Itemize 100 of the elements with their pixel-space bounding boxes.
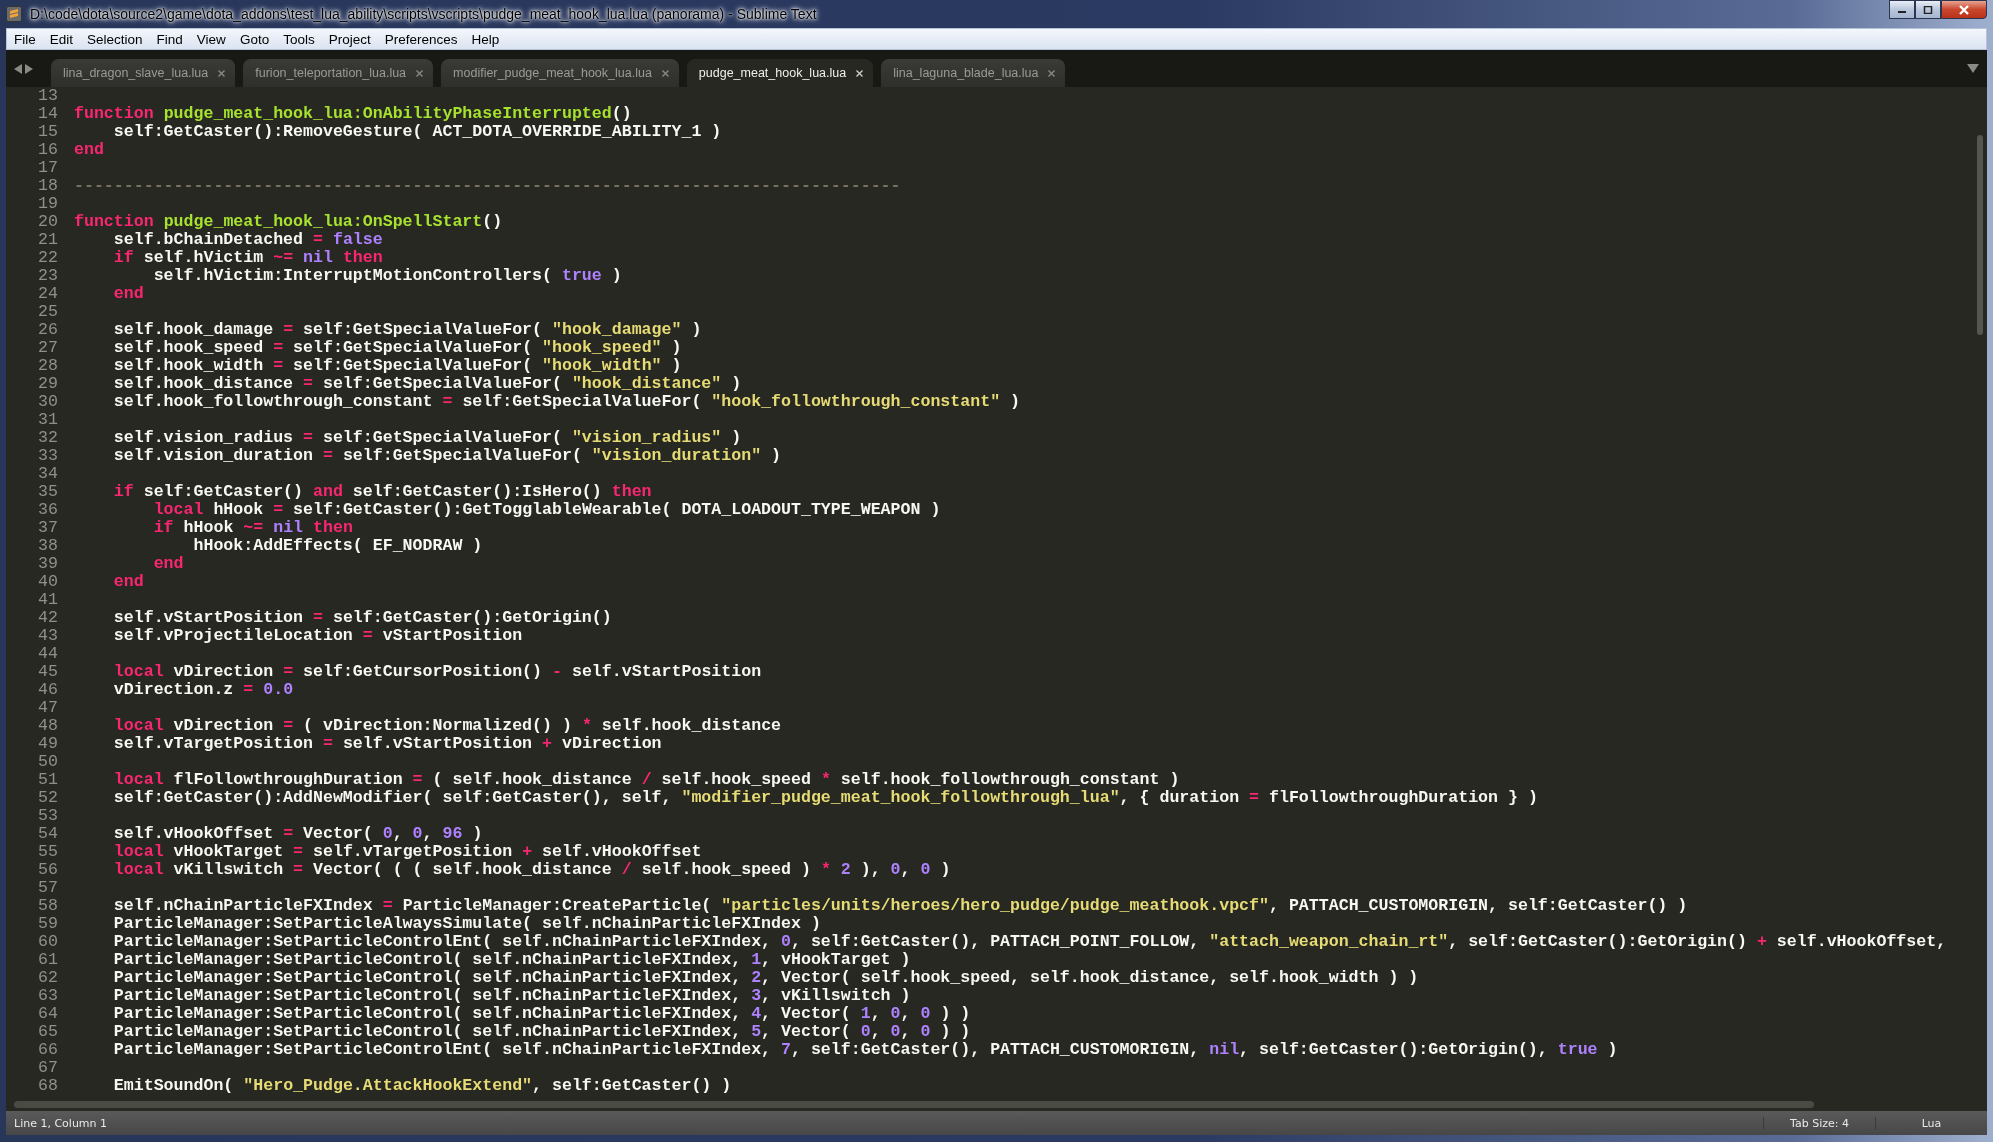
- line-number: 18: [38, 177, 58, 195]
- code-line: local flFollowthroughDuration = ( self.hook_distance / self.hook_speed * self.hook_followthrough_constant ): [112, 771, 1180, 789]
- code-line: self.hVictim:InterruptMotionControllers( true ): [152, 267, 622, 285]
- line-number: 67: [38, 1059, 58, 1077]
- code-line: end: [112, 573, 144, 591]
- menu-item[interactable]: Selection: [80, 29, 150, 49]
- line-number: 54: [38, 825, 58, 843]
- code-line: if self.hVictim ~= nil then: [112, 249, 383, 267]
- line-number: 45: [38, 663, 58, 681]
- menu-item[interactable]: Find: [149, 29, 190, 49]
- code-line: local hHook = self:GetCaster():GetTogglableWearable( DOTA_LOADOUT_TYPE_WEAPON ): [152, 501, 941, 519]
- code-line: self:GetCaster():AddNewModifier( self:GetCaster(), self, "modifier_pudge_meat_hook_followthrough_lua", { duration = flFollowthroughDuration } ): [112, 789, 1538, 807]
- tab-size[interactable]: Tab Size: 4: [1763, 1116, 1875, 1130]
- line-number: 23: [38, 267, 58, 285]
- line-number: 41: [38, 591, 58, 609]
- code-line: self.hook_distance = self:GetSpecialValueFor( "hook_distance" ): [112, 375, 742, 393]
- line-number: 44: [38, 645, 58, 663]
- line-number: 40: [38, 573, 58, 591]
- code-line: self.nChainParticleFXIndex = ParticleManager:CreateParticle( "particles/units/heroes/hero_pudge/pudge_meathook.vpcf", PATTACH_CUSTOMORIGIN, self:GetCaster() ): [112, 897, 1688, 915]
- code-line: if hHook ~= nil then: [152, 519, 353, 537]
- menu-item[interactable]: View: [189, 29, 233, 49]
- code-line: self.vision_radius = self:GetSpecialValueFor( "vision_radius" ): [112, 429, 742, 447]
- code-line: function pudge_meat_hook_lua:OnAbilityPhaseInterrupted(): [74, 105, 632, 123]
- line-number: 28: [38, 357, 58, 375]
- line-number: 33: [38, 447, 58, 465]
- code-line: local vHookTarget = self.vTargetPosition + self.vHookOffset: [112, 843, 702, 861]
- line-number: 24: [38, 285, 58, 303]
- menu-item[interactable]: File: [7, 29, 43, 49]
- menu-item[interactable]: Tools: [276, 29, 322, 49]
- line-number: 48: [38, 717, 58, 735]
- line-number: 22: [38, 249, 58, 267]
- line-number: 30: [38, 393, 58, 411]
- line-number: 57: [38, 879, 58, 897]
- maximize-button[interactable]: [1915, 0, 1941, 19]
- left-arrow-icon[interactable]: [14, 63, 22, 74]
- line-number: 14: [38, 105, 58, 123]
- code-line: self.hook_followthrough_constant = self:GetSpecialValueFor( "hook_followthrough_constant" ): [112, 393, 1021, 411]
- line-number: 52: [38, 789, 58, 807]
- code-line: end: [74, 141, 104, 159]
- code-line: local vKillswitch = Vector( ( ( self.hook_distance / self.hook_speed ) * 2 ), 0, 0 ): [112, 861, 951, 879]
- line-number: 17: [38, 159, 58, 177]
- code-line: self.vHookOffset = Vector( 0, 0, 96 ): [112, 825, 483, 843]
- line-number: 38: [38, 537, 58, 555]
- line-number: 27: [38, 339, 58, 357]
- code-line: if self:GetCaster() and self:GetCaster():IsHero() then: [112, 483, 652, 501]
- line-number: 50: [38, 753, 58, 771]
- close-icon[interactable]: [856, 69, 864, 77]
- line-number: 51: [38, 771, 58, 789]
- file-tab[interactable]: furion_teleportation_lua.lua: [243, 59, 434, 87]
- scrollbar-thumb[interactable]: [14, 1101, 1814, 1108]
- code-line: vDirection.z = 0.0: [112, 681, 294, 699]
- line-number: 66: [38, 1041, 58, 1059]
- dropdown-arrow-icon[interactable]: [1967, 64, 1979, 73]
- code-line: self.vProjectileLocation = vStartPosition: [112, 627, 523, 645]
- minimize-button[interactable]: [1889, 0, 1915, 19]
- code-line: self.vStartPosition = self:GetCaster():GetOrigin(): [112, 609, 612, 627]
- code-line: self.hook_damage = self:GetSpecialValueFor( "hook_damage" ): [112, 321, 702, 339]
- code-line: self.vTargetPosition = self.vStartPosition + vDirection: [112, 735, 662, 753]
- line-number: 13: [38, 87, 58, 105]
- maximize-icon: [1923, 5, 1933, 14]
- code-line: EmitSoundOn( "Hero_Pudge.AttackHookExtend", self:GetCaster() ): [112, 1077, 732, 1095]
- line-number: 46: [38, 681, 58, 699]
- file-tab[interactable]: lina_laguna_blade_lua.lua: [881, 59, 1066, 87]
- menu-item[interactable]: Project: [321, 29, 378, 49]
- menu-item[interactable]: Goto: [232, 29, 277, 49]
- app-icon: [6, 6, 22, 22]
- code-line: self.bChainDetached = false: [112, 231, 383, 249]
- code-line: self.hook_speed = self:GetSpecialValueFor( "hook_speed" ): [112, 339, 682, 357]
- code-line: self:GetCaster():RemoveGesture( ACT_DOTA_OVERRIDE_ABILITY_1 ): [112, 123, 722, 141]
- file-tab[interactable]: modifier_pudge_meat_hook_lua.lua: [441, 59, 679, 87]
- line-number: 16: [38, 141, 58, 159]
- code-line: self.vision_duration = self:GetSpecialValueFor( "vision_duration" ): [112, 447, 782, 465]
- code-line: hHook:AddEffects( EF_NODRAW ): [192, 537, 483, 555]
- line-number: 64: [38, 1005, 58, 1023]
- menu-item[interactable]: Help: [464, 29, 507, 49]
- file-tab[interactable]: lina_dragon_slave_lua.lua: [51, 59, 236, 87]
- code-line: end: [112, 285, 144, 303]
- code-line: ParticleManager:SetParticleControlEnt( self.nChainParticleFXIndex, 7, self:GetCaster(), PATTACH_CUSTOMORIGIN, nil, self:GetCaster():GetOrigin(), true ): [112, 1041, 1618, 1059]
- syntax-mode[interactable]: Lua: [1875, 1116, 1987, 1130]
- line-number: 65: [38, 1023, 58, 1041]
- line-number: 26: [38, 321, 58, 339]
- line-number: 19: [38, 195, 58, 213]
- line-number: 39: [38, 555, 58, 573]
- line-number: 53: [38, 807, 58, 825]
- close-icon: [1958, 4, 1970, 15]
- line-number: 58: [38, 897, 58, 915]
- right-arrow-icon[interactable]: [25, 63, 33, 74]
- window-title: D:\code\dota\source2\game\dota_addons\test_lua_ability\scripts\vscripts\pudge_meat_hook_lua.lua (panorama) - Sublime Text: [30, 6, 817, 22]
- line-number: 29: [38, 375, 58, 393]
- close-button[interactable]: [1941, 0, 1987, 19]
- scrollbar-thumb[interactable]: [1977, 135, 1983, 335]
- code-line: ParticleManager:SetParticleControl( self.nChainParticleFXIndex, 4, Vector( 1, 0, 0 ) ): [112, 1005, 971, 1023]
- file-tab[interactable]: pudge_meat_hook_lua.lua: [686, 59, 874, 87]
- menu-item[interactable]: Edit: [42, 29, 81, 49]
- line-number: 35: [38, 483, 58, 501]
- code-line: function pudge_meat_hook_lua:OnSpellStart(): [74, 213, 503, 231]
- line-number: 59: [38, 915, 58, 933]
- line-number: 32: [38, 429, 58, 447]
- menu-item[interactable]: Preferences: [377, 29, 465, 49]
- code-line: ParticleManager:SetParticleControlEnt( self.nChainParticleFXIndex, 0, self:GetCaster(), PATTACH_POINT_FOLLOW, "attach_weapon_chain_rt", self:GetCaster():GetOrigin() + self.vHookOffset,: [112, 933, 1947, 951]
